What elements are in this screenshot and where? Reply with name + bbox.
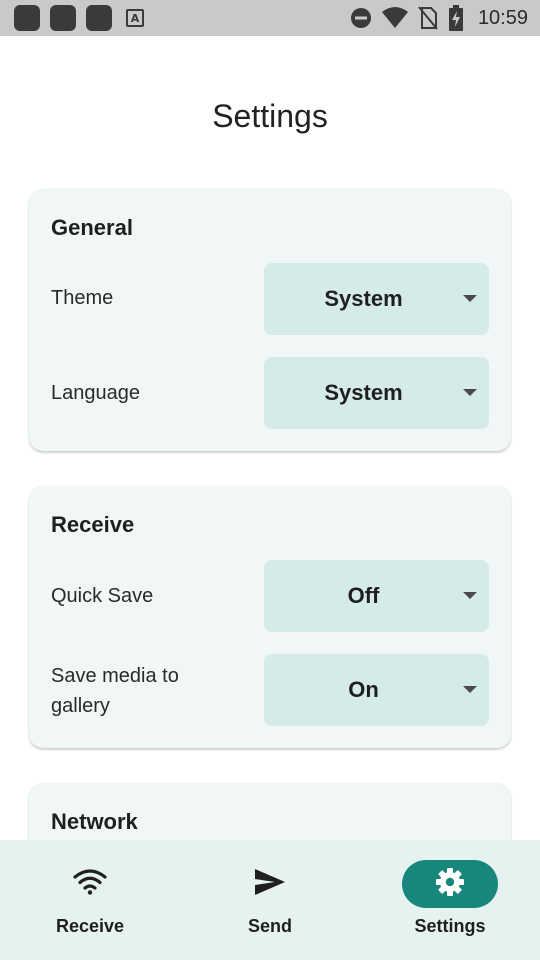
dropdown-value: System: [324, 286, 403, 311]
do-not-disturb-icon: [350, 7, 372, 29]
nav-label: Send: [247, 916, 292, 936]
no-sim-icon: [418, 6, 438, 30]
chevron-down-icon: [463, 686, 477, 693]
quick-save-label: Quick Save: [51, 585, 154, 607]
general-section-card: General Theme System Language System: [29, 189, 511, 451]
nav-item-send[interactable]: Send: [180, 840, 360, 960]
language-label: Language: [51, 382, 140, 404]
notification-icons: A: [14, 5, 144, 31]
chevron-down-icon: [463, 295, 477, 302]
nav-icon-container-active: [402, 860, 498, 908]
section-title: Receive: [51, 512, 135, 537]
bottom-navigation: Receive Send Settings: [0, 840, 540, 960]
nav-label: Settings: [414, 916, 486, 936]
section-title: Network: [51, 809, 138, 834]
dropdown-value: On: [348, 677, 379, 702]
nav-icon-container: [222, 860, 318, 908]
app-notification-icon: [14, 5, 40, 31]
language-dropdown[interactable]: System: [264, 357, 489, 429]
status-bar: A 10:59: [0, 0, 540, 36]
app-notification-icon: [86, 5, 112, 31]
theme-label: Theme: [51, 287, 114, 309]
battery-charging-icon: [448, 5, 464, 31]
nav-item-receive[interactable]: Receive: [0, 840, 180, 960]
wifi-icon: [381, 7, 408, 29]
send-icon: [253, 867, 287, 902]
clock: 10:59: [477, 6, 528, 29]
theme-dropdown[interactable]: System: [264, 263, 489, 335]
dropdown-value: System: [324, 380, 403, 405]
app-notification-icon: [50, 5, 76, 31]
dropdown-value: Off: [347, 583, 380, 608]
nav-item-settings[interactable]: Settings: [360, 840, 540, 960]
chevron-down-icon: [463, 389, 477, 396]
save-media-to-gallery-dropdown[interactable]: On: [264, 654, 489, 726]
quick-save-dropdown[interactable]: Off: [264, 560, 489, 632]
chevron-down-icon: [463, 592, 477, 599]
nav-icon-container: [42, 860, 138, 908]
save-media-to-gallery-label: Save media to gallery: [51, 665, 179, 717]
gear-icon: [435, 867, 465, 902]
text-a-icon: A: [126, 9, 144, 27]
receive-section-card: Receive Quick Save Off Save media to gal…: [29, 486, 511, 748]
section-title: General: [51, 215, 133, 240]
system-icons: 10:59: [350, 5, 528, 31]
nav-label: Receive: [55, 916, 125, 936]
wifi-icon: [73, 868, 107, 901]
page-title: Settings: [212, 98, 328, 134]
